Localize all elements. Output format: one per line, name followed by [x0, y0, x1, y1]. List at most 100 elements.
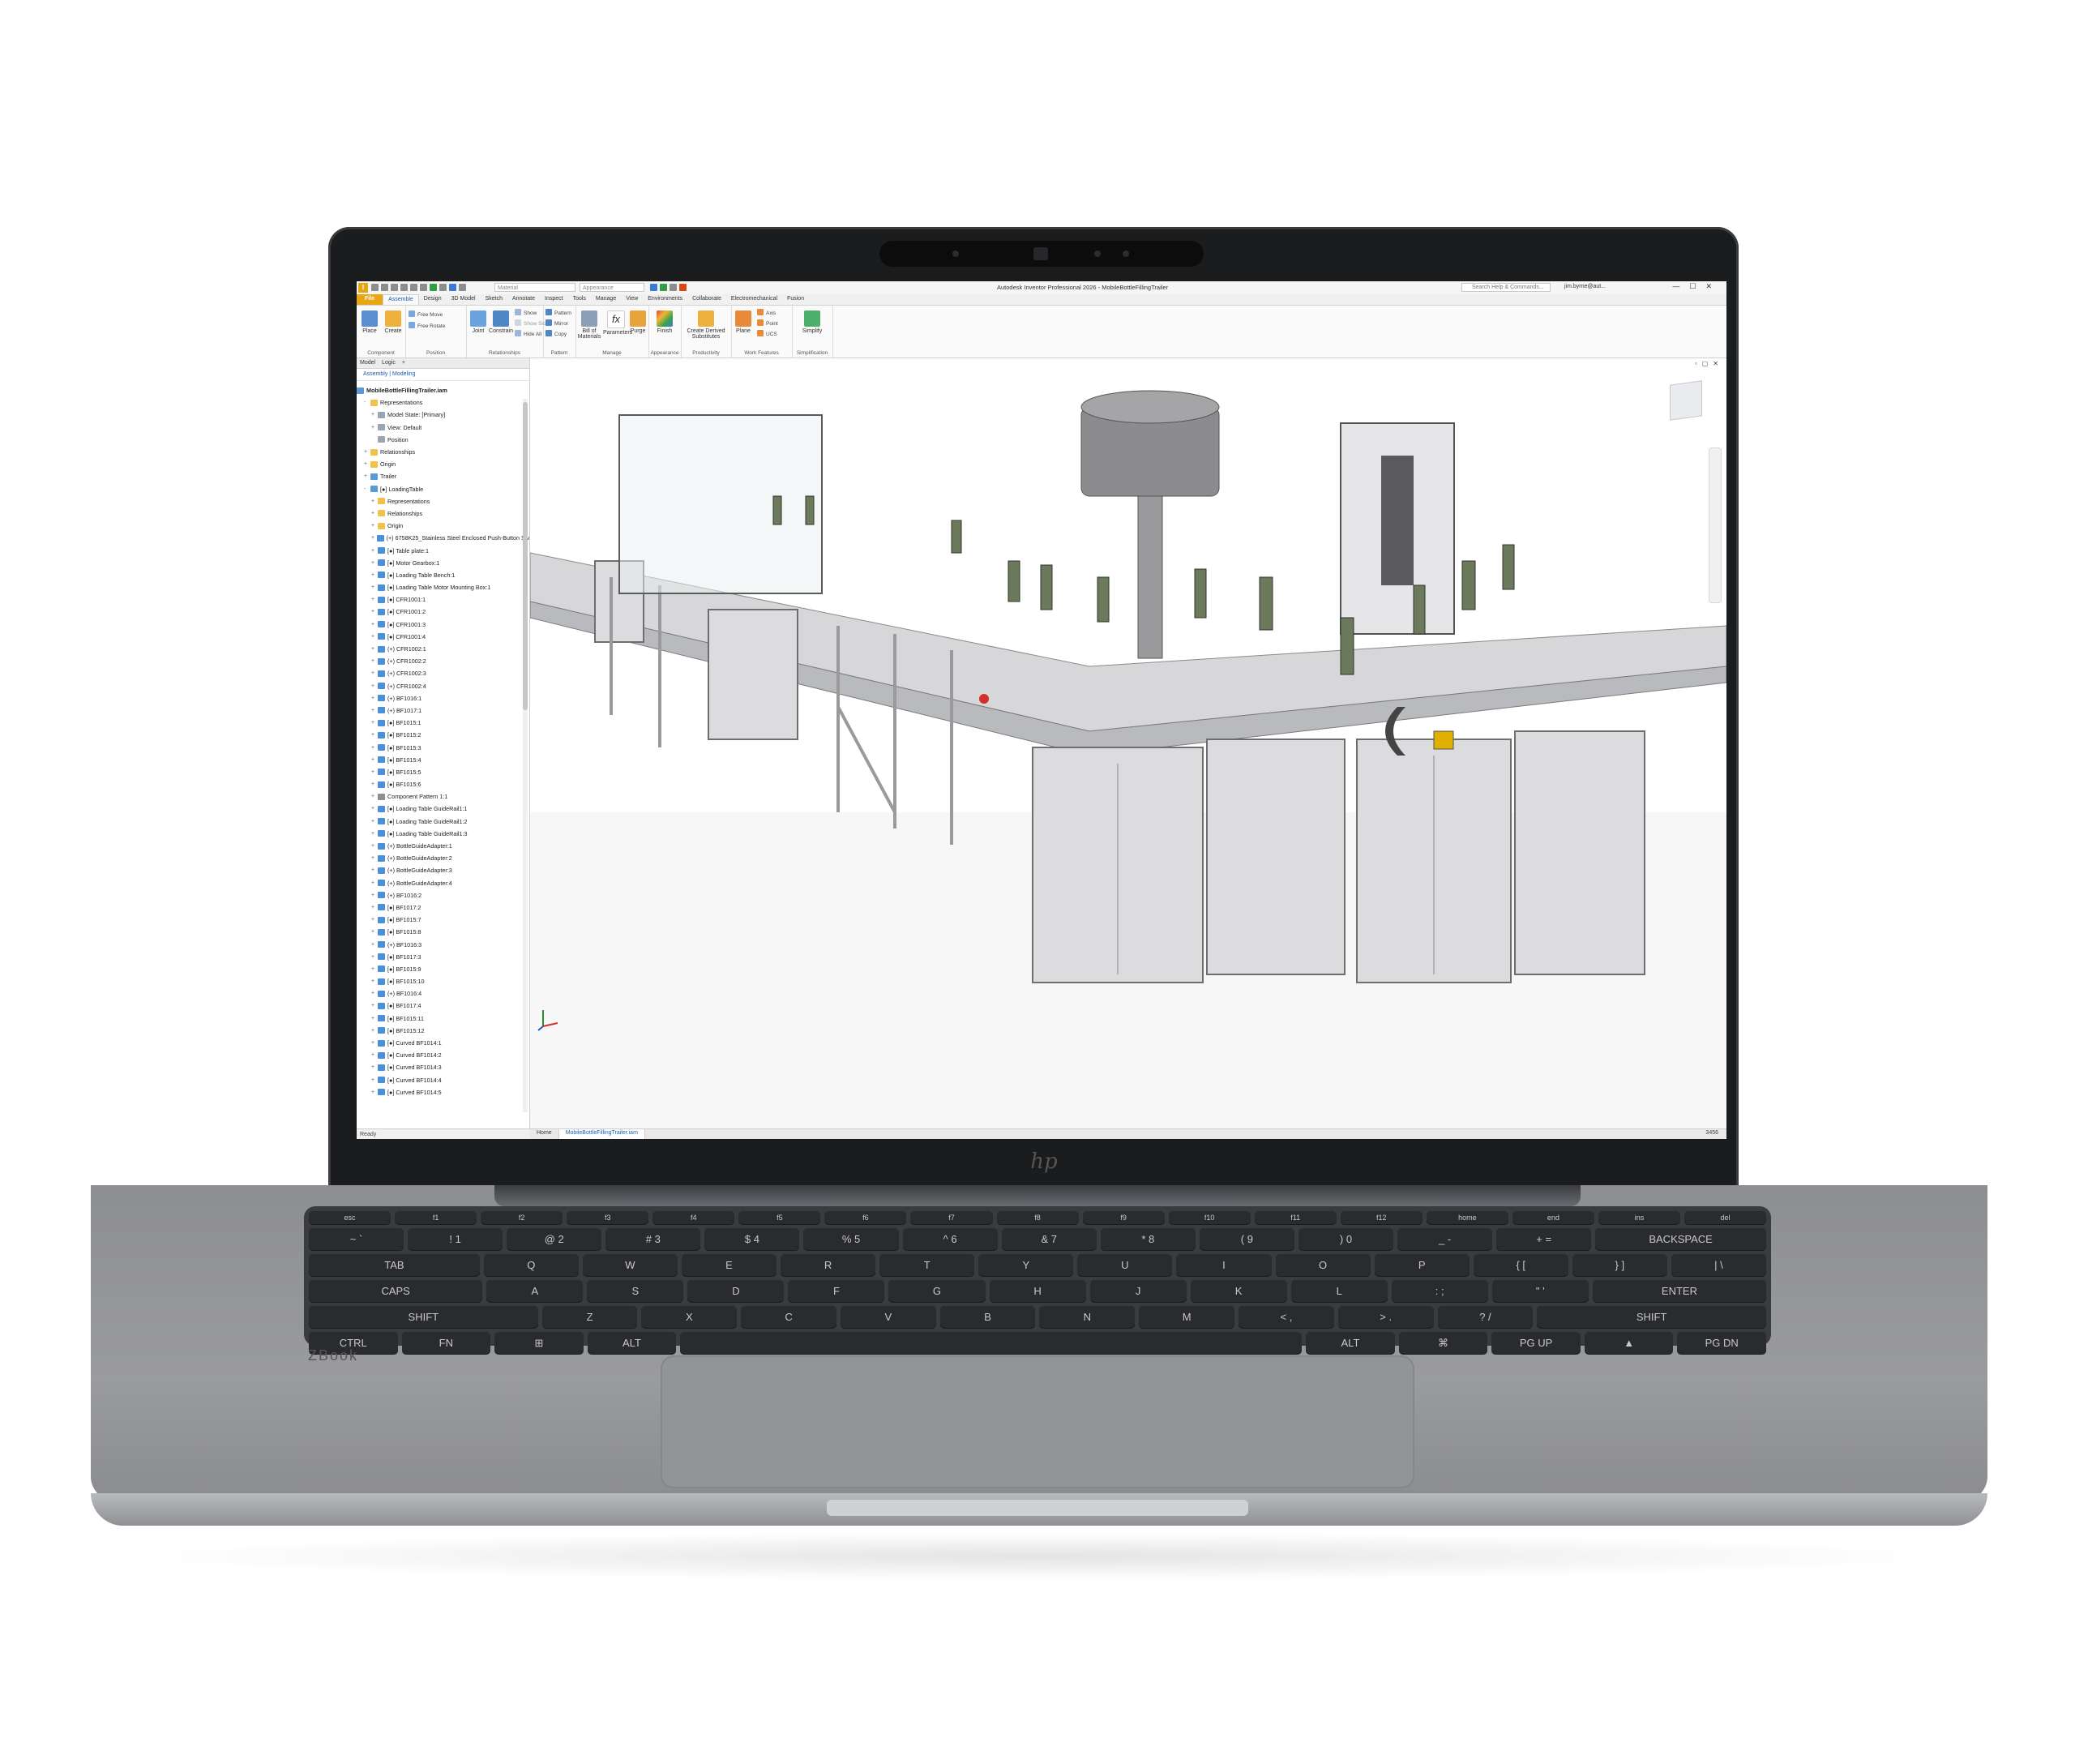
tree-item[interactable]: + [●] BF1015:4 — [357, 754, 529, 766]
expand-toggle-icon[interactable]: + — [364, 461, 370, 467]
key[interactable]: Q — [483, 1254, 579, 1276]
key[interactable]: ! 1 — [408, 1228, 503, 1250]
expand-toggle-icon[interactable]: + — [371, 511, 378, 516]
key[interactable]: B — [939, 1306, 1036, 1328]
plane-button[interactable]: Plane — [734, 310, 752, 334]
tree-item[interactable]: + [●] BF1015:1 — [357, 717, 529, 729]
key[interactable]: ENTER — [1592, 1280, 1767, 1302]
expand-toggle-icon[interactable]: + — [371, 683, 378, 689]
hide-all-button[interactable]: Hide All — [515, 330, 541, 337]
adjust-icon[interactable] — [660, 284, 667, 291]
tree-item[interactable]: + Origin — [357, 458, 529, 470]
key[interactable]: S — [587, 1280, 684, 1302]
key[interactable]: BACKSPACE — [1595, 1228, 1766, 1250]
tree-item[interactable]: + [●] BF1015:6 — [357, 778, 529, 790]
expand-toggle-icon[interactable]: + — [371, 1052, 378, 1058]
key[interactable]: ⊞ — [494, 1332, 584, 1354]
tab-3d-model[interactable]: 3D Model — [447, 294, 481, 305]
expand-toggle-icon[interactable]: + — [371, 670, 378, 676]
tree-item[interactable]: + [●] Loading Table Motor Mounting Box:1 — [357, 581, 529, 593]
finish-button[interactable]: Finish — [655, 310, 674, 334]
key[interactable]: I — [1176, 1254, 1272, 1276]
browser-mode[interactable]: Assembly | Modeling — [357, 369, 529, 381]
key[interactable]: del — [1684, 1211, 1767, 1224]
inventor-logo-icon[interactable]: I — [358, 283, 368, 293]
expand-toggle-icon[interactable]: + — [371, 917, 378, 923]
tab-inspect[interactable]: Inspect — [540, 294, 568, 305]
key[interactable]: ( 9 — [1199, 1228, 1294, 1250]
key[interactable]: < , — [1239, 1306, 1334, 1328]
tree-item[interactable]: + Relationships — [357, 446, 529, 458]
expand-toggle-icon[interactable]: + — [371, 732, 378, 738]
tree-item[interactable]: + [●] BF1017:4 — [357, 1000, 529, 1012]
key[interactable]: PG DN — [1677, 1332, 1766, 1354]
tree-item[interactable]: + [●] Loading Table Bench:1 — [357, 569, 529, 581]
tree-item[interactable]: + Relationships — [357, 507, 529, 520]
expand-toggle-icon[interactable]: + — [371, 1003, 378, 1008]
tab-view[interactable]: View — [621, 294, 643, 305]
key[interactable]: @ 2 — [507, 1228, 602, 1250]
key[interactable]: L — [1290, 1280, 1388, 1302]
tree-item[interactable]: Position — [357, 434, 529, 446]
expand-toggle-icon[interactable]: + — [371, 584, 378, 590]
key[interactable]: f3 — [567, 1211, 649, 1224]
browser-scrollbar[interactable] — [523, 399, 528, 1112]
key[interactable]: f8 — [996, 1211, 1079, 1224]
tree-item[interactable]: + [●] CFR1001:1 — [357, 593, 529, 606]
key[interactable]: f12 — [1340, 1211, 1423, 1224]
axis-button[interactable]: Axis — [757, 309, 776, 316]
show-button[interactable]: Show — [515, 309, 537, 316]
tree-item[interactable]: - Representations — [357, 396, 529, 409]
key[interactable]: SHIFT — [309, 1306, 538, 1328]
create-derived-button[interactable]: Create Derived Substitutes — [684, 310, 728, 340]
key[interactable]: > . — [1337, 1306, 1434, 1328]
key[interactable]: " ' — [1491, 1280, 1589, 1302]
tree-item[interactable]: + (+) CFR1002:1 — [357, 643, 529, 655]
expand-toggle-icon[interactable]: + — [371, 535, 377, 541]
key[interactable]: ins — [1598, 1211, 1680, 1224]
key[interactable]: P — [1374, 1254, 1470, 1276]
window-controls[interactable]: —☐✕ — [1672, 282, 1722, 291]
expand-toggle-icon[interactable]: + — [371, 1028, 378, 1034]
tree-item[interactable]: + (+) BottleGuideAdapter:4 — [357, 877, 529, 889]
free-move-button[interactable]: Free Move — [409, 310, 443, 318]
tab-assemble[interactable]: Assemble — [383, 294, 419, 305]
key[interactable]: Z — [541, 1306, 638, 1328]
select-icon[interactable] — [439, 284, 447, 291]
tree-item[interactable]: + [●] BF1015:10 — [357, 975, 529, 987]
expand-toggle-icon[interactable]: + — [371, 708, 378, 713]
key[interactable]: _ - — [1397, 1228, 1493, 1250]
tab-file[interactable]: File — [357, 294, 383, 305]
key[interactable]: PG UP — [1491, 1332, 1581, 1354]
redo-icon[interactable] — [410, 284, 417, 291]
tree-item[interactable]: + [●] BF1015:11 — [357, 1013, 529, 1025]
key[interactable]: H — [989, 1280, 1086, 1302]
parameters-button[interactable]: fx Parameters — [603, 310, 632, 336]
expand-toggle-icon[interactable]: + — [371, 523, 378, 529]
expand-toggle-icon[interactable]: + — [371, 966, 378, 972]
tree-item[interactable]: + (+) BF1016:1 — [357, 692, 529, 704]
expand-toggle-icon[interactable]: + — [371, 991, 378, 996]
tree-item[interactable]: + [●] Curved BF1014:2 — [357, 1049, 529, 1061]
expand-toggle-icon[interactable]: + — [371, 1090, 378, 1095]
key[interactable]: X — [641, 1306, 738, 1328]
tree-item[interactable]: + [●] Curved BF1014:5 — [357, 1086, 529, 1098]
tree-item[interactable]: + [●] Loading Table GuideRail1:3 — [357, 828, 529, 840]
tab-manage[interactable]: Manage — [591, 294, 621, 305]
user-account[interactable]: jim.byrne@aut... — [1564, 284, 1606, 289]
tree-item[interactable]: + (+) BottleGuideAdapter:3 — [357, 864, 529, 876]
tree-item[interactable]: + [●] BF1015:7 — [357, 914, 529, 926]
tree-item[interactable]: + Origin — [357, 520, 529, 532]
browser-tab[interactable]: Model — [360, 358, 375, 368]
home-icon[interactable] — [420, 284, 427, 291]
key[interactable]: $ 4 — [704, 1228, 800, 1250]
key[interactable]: G — [888, 1280, 986, 1302]
key[interactable]: ^ 6 — [902, 1228, 998, 1250]
key[interactable]: U — [1077, 1254, 1173, 1276]
expand-toggle-icon[interactable]: + — [371, 560, 378, 566]
tree-item[interactable]: + [●] Loading Table GuideRail1:1 — [357, 803, 529, 815]
expand-toggle-icon[interactable]: - — [364, 486, 370, 492]
expand-toggle-icon[interactable]: + — [371, 597, 378, 602]
tree-item[interactable]: + (+) BF1016:3 — [357, 938, 529, 950]
touchpad[interactable] — [661, 1355, 1414, 1488]
